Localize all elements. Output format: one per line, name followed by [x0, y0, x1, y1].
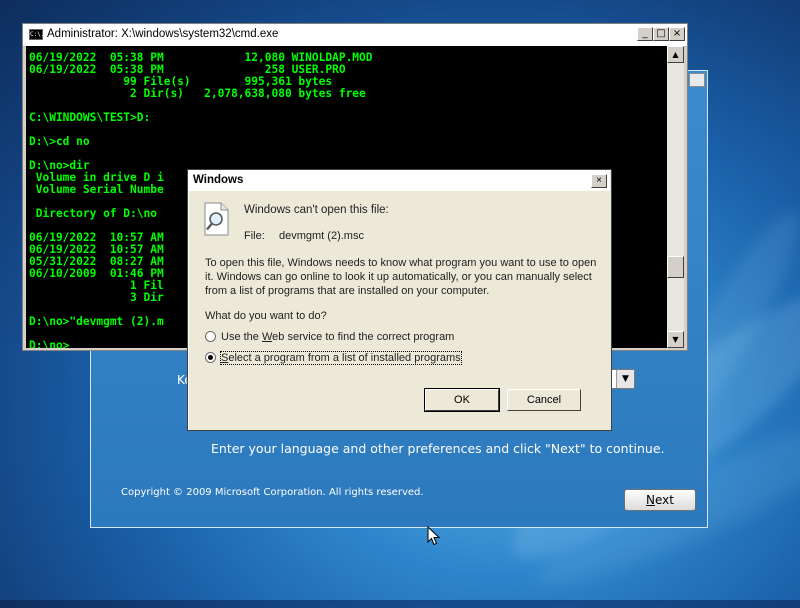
option-list-label: Select a program from a list of installe… [220, 351, 462, 365]
console-line: D:\no> [29, 339, 70, 349]
dialog-question: What do you want to do? [205, 310, 327, 322]
dialog-title: Windows [193, 174, 244, 186]
option-web-service[interactable]: Use the Web service to find the correct … [205, 330, 455, 347]
option-web-text-pre: Use the [221, 331, 262, 343]
dialog-titlebar[interactable]: Windows × [189, 171, 610, 191]
radio-web-service[interactable] [205, 330, 216, 342]
copyright-text: Copyright © 2009 Microsoft Corporation. … [121, 487, 424, 498]
maximize-button[interactable]: □ [653, 27, 669, 41]
mouse-cursor-icon [427, 526, 441, 546]
chevron-down-icon[interactable]: ▼ [616, 370, 634, 388]
close-button[interactable]: × [669, 27, 685, 41]
minimize-button[interactable]: _ [637, 27, 653, 41]
cmd-window-title: Administrator: X:\windows\system32\cmd.e… [47, 28, 279, 40]
vertical-scrollbar[interactable]: ▲ ▼ [667, 46, 684, 348]
dialog-close-button[interactable]: × [591, 174, 607, 188]
console-line: Directory of D:\no [29, 207, 157, 220]
dialog-heading: Windows can't open this file: [244, 204, 389, 216]
console-line: 3 Dir [29, 291, 164, 304]
option-list-text: elect a program from a list of installed… [228, 352, 461, 364]
console-line: C:\WINDOWS\TEST>D: [29, 111, 151, 124]
scroll-down-icon[interactable]: ▼ [667, 331, 684, 348]
cancel-button[interactable]: Cancel [507, 389, 581, 411]
radio-select-program[interactable] [205, 351, 216, 363]
file-label: File: [244, 230, 265, 242]
cmd-app-icon: C:\. [29, 29, 45, 40]
setup-instruction-text: Enter your language and other preference… [211, 441, 665, 456]
option-web-accesskey: W [261, 331, 273, 343]
option-select-program[interactable]: Select a program from a list of installe… [205, 351, 462, 368]
unknown-file-search-icon [204, 202, 229, 236]
scroll-up-icon[interactable]: ▲ [667, 46, 684, 63]
scrollbar-thumb[interactable] [667, 256, 684, 278]
file-name: devmgmt (2).msc [279, 230, 364, 242]
ok-button[interactable]: OK [424, 388, 500, 412]
option-web-text-post: eb service to find the correct program [272, 331, 455, 343]
cmd-titlebar[interactable]: C:\. Administrator: X:\windows\system32\… [23, 24, 687, 47]
next-button[interactable]: Next [624, 489, 696, 511]
console-line: D:\>cd no [29, 135, 90, 148]
open-with-dialog: Windows × Windows can't open this file: … [187, 169, 612, 431]
console-line: 2 Dir(s) 2,078,638,080 bytes free [29, 87, 366, 100]
next-button-label: ext [655, 493, 674, 507]
console-line: Volume Serial Numbe [29, 183, 164, 196]
dialog-body-text: To open this file, Windows needs to know… [205, 257, 597, 297]
next-button-accesskey: N [646, 493, 655, 507]
setup-close-button[interactable] [689, 73, 705, 87]
console-line: D:\no>"devmgmt (2).m [29, 315, 164, 328]
